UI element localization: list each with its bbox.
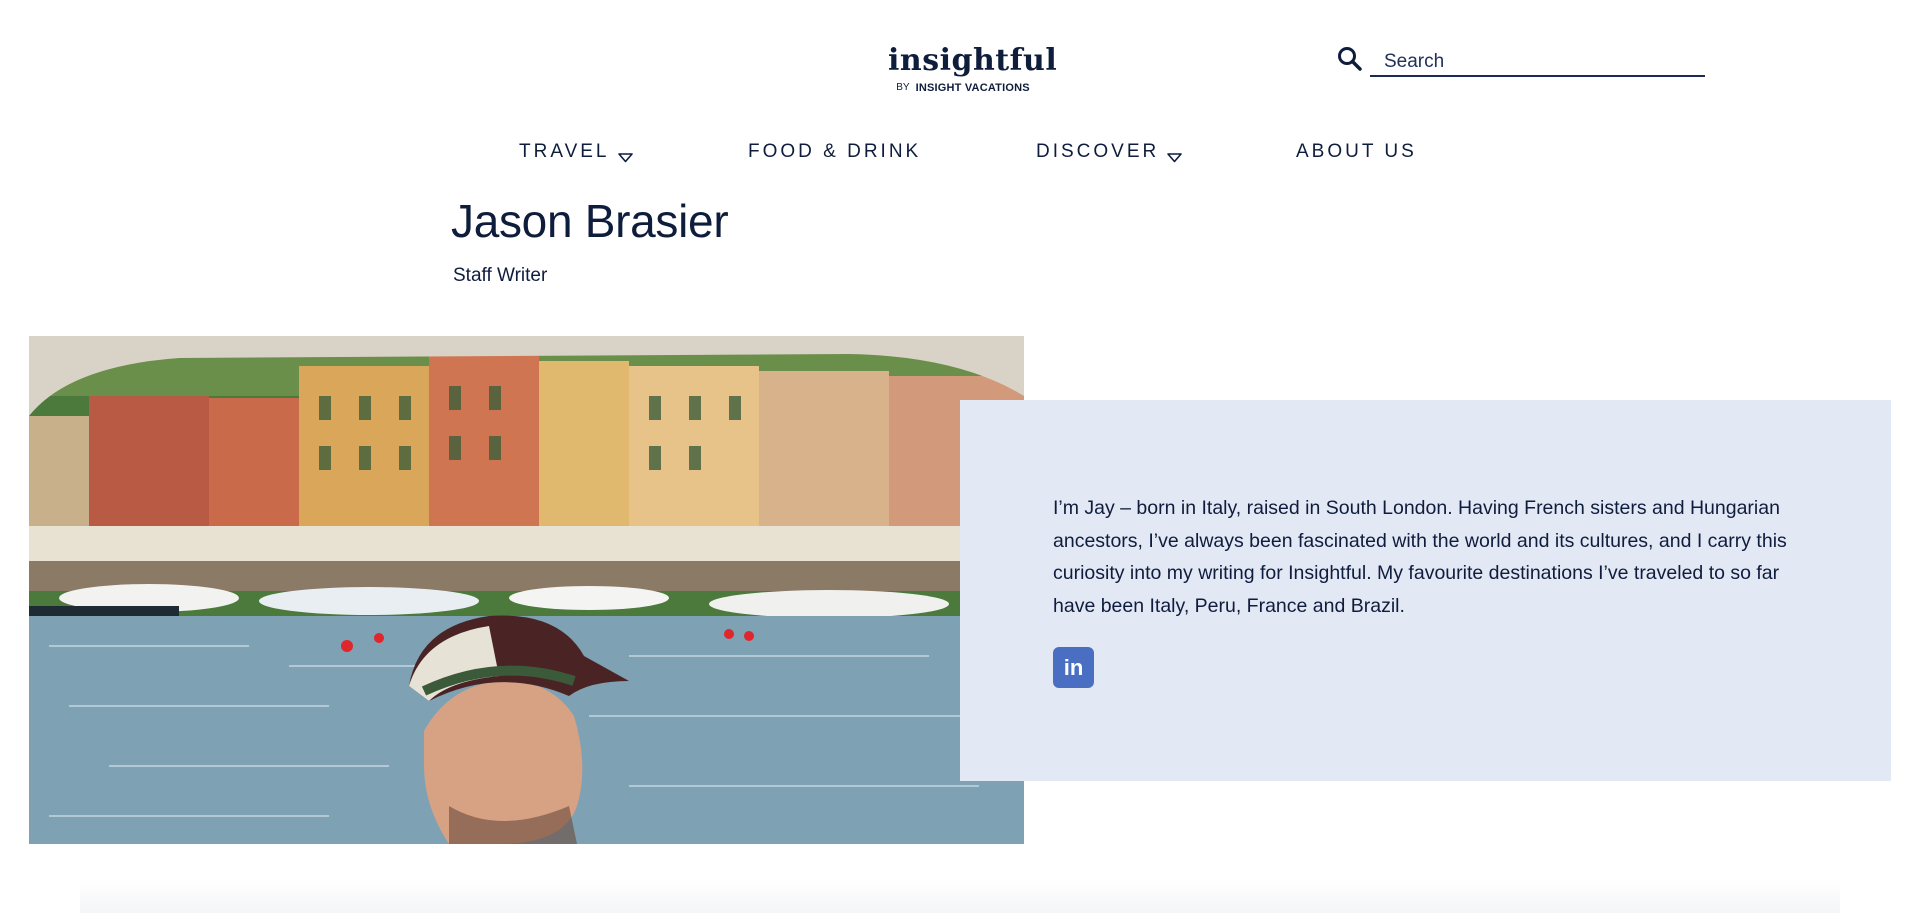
author-role: Staff Writer xyxy=(453,265,548,286)
logo-by: BY xyxy=(896,82,910,93)
search-input[interactable] xyxy=(1370,44,1705,77)
section-divider xyxy=(80,880,1840,913)
search-icon[interactable] xyxy=(1337,46,1363,72)
linkedin-label: in xyxy=(1063,654,1084,680)
nav-item-about-us[interactable]: ABOUT US xyxy=(1296,140,1417,164)
author-name: Jason Brasier xyxy=(451,195,729,247)
chevron-down-icon[interactable] xyxy=(1167,147,1183,163)
nav-label-travel: TRAVEL xyxy=(519,141,610,162)
author-bio-panel: I’m Jay – born in Italy, raised in South… xyxy=(960,400,1891,781)
logo-wordmark: insightful xyxy=(888,43,1058,78)
nav-item-discover[interactable]: DISCOVER xyxy=(1036,140,1183,164)
author-bio: I’m Jay – born in Italy, raised in South… xyxy=(1053,497,1787,617)
site-logo[interactable]: insightful BY INSIGHT VACATIONS xyxy=(888,43,1058,100)
logo-byline: BY INSIGHT VACATIONS xyxy=(888,82,1038,94)
nav-label-discover: DISCOVER xyxy=(1036,141,1160,162)
nav-item-food-drink[interactable]: FOOD & DRINK xyxy=(748,140,921,164)
nav-label-food-drink: FOOD & DRINK xyxy=(748,141,922,162)
author-photo xyxy=(29,336,1024,844)
logo-brand: INSIGHT VACATIONS xyxy=(915,82,1030,94)
nav-label-about-us: ABOUT US xyxy=(1296,141,1417,162)
nav-item-travel[interactable]: TRAVEL xyxy=(519,140,633,164)
chevron-down-icon[interactable] xyxy=(617,147,633,163)
linkedin-icon[interactable]: in xyxy=(1053,647,1094,688)
